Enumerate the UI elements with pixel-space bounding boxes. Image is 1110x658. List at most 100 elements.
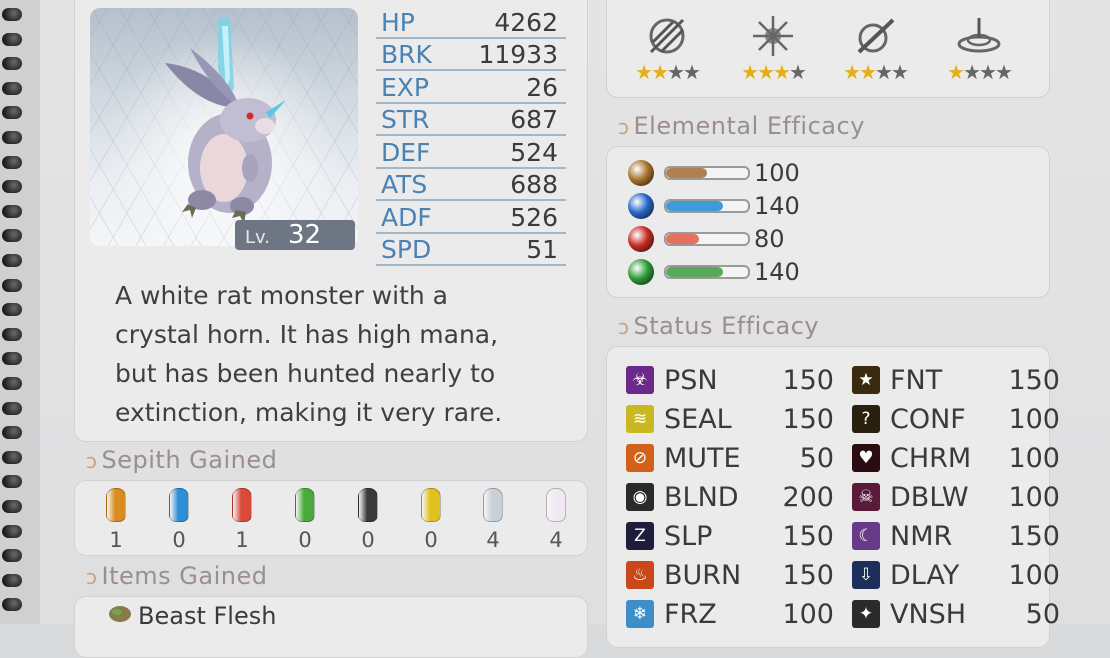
charm-icon: ♥ xyxy=(852,444,880,472)
sepith-count: 0 xyxy=(424,528,438,552)
delay-icon: ⇩ xyxy=(852,561,880,589)
sepith-item: 4 xyxy=(473,488,513,552)
stat-value: 524 xyxy=(510,137,558,167)
star-icon: ★ xyxy=(963,60,981,84)
sepith-count: 0 xyxy=(361,528,375,552)
confuse-icon: ? xyxy=(852,405,880,433)
burn-icon: ♨ xyxy=(626,561,654,589)
mirage-sepith-icon xyxy=(483,488,503,522)
binder-ring xyxy=(2,303,22,317)
star-icon: ★ xyxy=(859,60,877,84)
binder-ring xyxy=(2,180,22,194)
description-line: crystal horn. It has high mana, xyxy=(115,320,499,349)
sepith-item: 4 xyxy=(536,488,576,552)
status-label: BLND xyxy=(664,481,739,513)
binder-ring xyxy=(2,32,22,46)
status-value: 100 xyxy=(1008,481,1060,513)
nightmare-icon: ☾ xyxy=(852,522,880,550)
star-rating: ★★★★ xyxy=(830,60,920,84)
status-value: 150 xyxy=(782,520,834,552)
status-row: ◉ BLND 200 xyxy=(626,479,834,515)
sepith-count: 4 xyxy=(486,528,500,552)
binder-ring xyxy=(2,278,22,292)
swirl-icon: ↄ xyxy=(86,565,98,589)
star-icon: ★ xyxy=(890,60,909,84)
star-icon: ★ xyxy=(651,60,669,84)
arts-resistance-item: ★★★★ xyxy=(728,14,818,84)
binder-ring xyxy=(2,475,22,489)
status-value: 200 xyxy=(782,481,834,513)
status-row: Z SLP 150 xyxy=(626,518,834,554)
elemental-row: 100 xyxy=(628,158,800,188)
status-value: 150 xyxy=(1008,520,1060,552)
status-label: SLP xyxy=(664,520,713,552)
status-row: ☣ PSN 150 xyxy=(626,362,834,398)
efficacy-value: 80 xyxy=(754,225,785,253)
stat-label: BRK xyxy=(381,40,432,69)
star-rating: ★★★★ xyxy=(728,60,818,84)
status-value: 150 xyxy=(782,559,834,591)
sepith-gained-title: Sepith Gained xyxy=(101,446,278,474)
binder-ring xyxy=(2,500,22,513)
status-row: ⊘ MUTE 50 xyxy=(626,440,834,476)
binder-ring xyxy=(2,401,22,415)
binder-ring xyxy=(2,426,22,440)
level-label: Lv. xyxy=(245,227,271,248)
mass-sepith-icon xyxy=(546,488,566,522)
stat-row: ADF 526 xyxy=(376,201,566,234)
binder-ring xyxy=(2,131,22,144)
status-value: 150 xyxy=(782,403,834,435)
seal-icon: ≋ xyxy=(626,405,654,433)
sword-slash-icon xyxy=(857,18,895,54)
status-value: 50 xyxy=(799,442,834,474)
level-value: 32 xyxy=(288,220,322,250)
items-gained-title: Items Gained xyxy=(101,562,268,590)
stat-row: STR 687 xyxy=(376,104,566,136)
description-line: extinction, making it very rare. xyxy=(115,398,503,427)
stat-value: 687 xyxy=(510,105,558,134)
blind-icon: ◉ xyxy=(626,483,654,511)
sepith-count: 1 xyxy=(109,528,123,552)
stat-value: 11933 xyxy=(478,40,558,69)
sepith-item: 0 xyxy=(285,488,325,552)
deathblow-icon: ☠ xyxy=(852,483,880,511)
status-row: ❄ FRZ 100 xyxy=(626,596,834,632)
status-label: VNSH xyxy=(890,598,967,630)
status-row: ★ FNT 150 xyxy=(852,362,1060,398)
stat-row: DEF 524 xyxy=(376,136,566,169)
binder-ring xyxy=(2,81,22,95)
binder-ring xyxy=(2,598,22,612)
star-icon: ★ xyxy=(757,60,775,84)
stat-row: ATS 688 xyxy=(376,169,566,201)
star-icon: ★ xyxy=(875,60,893,84)
star-icon: ★ xyxy=(947,60,965,84)
status-label: CONF xyxy=(890,403,966,435)
star-icon: ★ xyxy=(682,60,701,84)
status-row: ? CONF 100 xyxy=(852,401,1060,437)
sepith-item: 1 xyxy=(96,488,136,552)
status-value: 150 xyxy=(1008,364,1060,396)
arts-resistance-item: ★★★★ xyxy=(622,14,712,84)
description-line: A white rat monster with a xyxy=(115,281,448,310)
stat-label: ADF xyxy=(381,202,432,232)
item-label[interactable]: Beast Flesh xyxy=(138,602,276,630)
stat-label: SPD xyxy=(381,235,432,264)
sepith-item: 0 xyxy=(411,488,451,552)
status-value: 150 xyxy=(782,364,834,396)
status-row: ≋ SEAL 150 xyxy=(626,401,834,437)
elemental-efficacy-header: ↄ Elemental Efficacy xyxy=(618,112,865,140)
efficacy-bar xyxy=(664,199,750,213)
earth-orb-icon xyxy=(628,160,654,186)
stat-row: HP 4262 xyxy=(376,6,566,39)
arts-resistance-item: ★★★★ xyxy=(934,14,1024,84)
stats-table: HP 4262 BRK 11933 EXP 26 STR 687 DEF 524 ATS 688 ADF… xyxy=(376,6,566,266)
binder-ring xyxy=(2,57,22,71)
binder-ring xyxy=(2,549,22,563)
status-label: FNT xyxy=(890,364,943,396)
status-label: CHRM xyxy=(890,442,972,474)
elemental-efficacy-title: Elemental Efficacy xyxy=(633,112,865,140)
elemental-row: 140 xyxy=(628,257,800,287)
status-label: DLAY xyxy=(890,559,960,591)
stat-value: 51 xyxy=(526,235,558,264)
status-row: ☠ DBLW 100 xyxy=(852,479,1060,515)
